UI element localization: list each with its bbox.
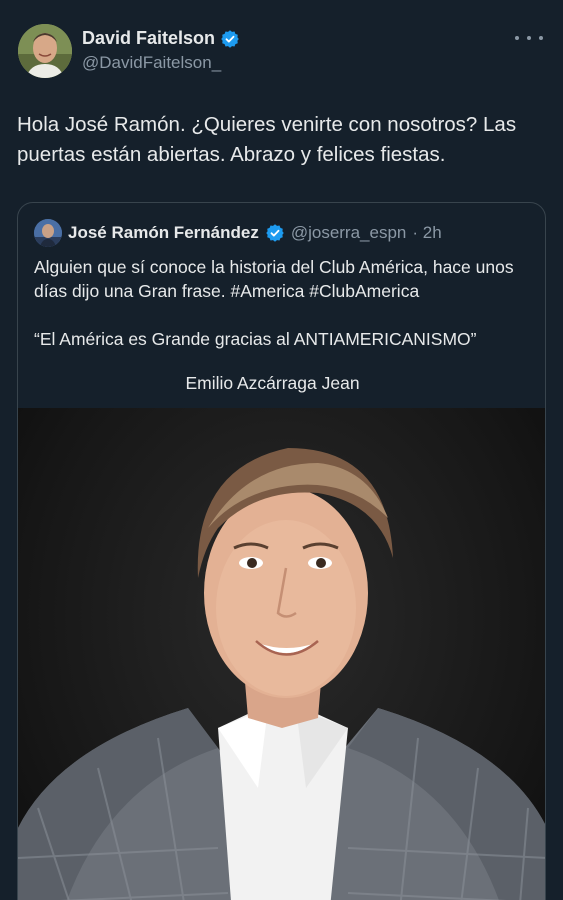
author-block[interactable]: David Faitelson @DavidFaitelson_	[82, 28, 240, 73]
quoted-tweet-body: Alguien que sí conoce la historia del Cl…	[34, 255, 531, 395]
avatar[interactable]	[18, 24, 72, 78]
quoted-avatar[interactable]	[34, 219, 62, 247]
quoted-time: · 2h	[412, 223, 442, 242]
verified-badge-icon	[221, 29, 239, 48]
quoted-image[interactable]	[18, 408, 545, 900]
quoted-author-handle: @joserra_espn	[290, 223, 407, 242]
tweet: David Faitelson @DavidFaitelson_ Hola Jo…	[0, 0, 563, 900]
author-handle: @DavidFaitelson_	[82, 53, 222, 72]
quoted-author-name[interactable]: José Ramón Fernández	[68, 223, 259, 243]
more-options-icon[interactable]	[515, 28, 543, 48]
quoted-tweet[interactable]: José Ramón Fernández @joserra_espn · 2h …	[17, 202, 546, 900]
tweet-text: Hola José Ramón. ¿Quieres venirte con no…	[17, 113, 517, 166]
quoted-quote-line: “El América es Grande gracias al ANTIAME…	[34, 329, 477, 349]
quoted-attribution: Emilio Azcárraga Jean	[185, 373, 360, 393]
author-name[interactable]: David Faitelson	[82, 28, 215, 49]
tweet-header: David Faitelson @DavidFaitelson_	[16, 22, 547, 82]
quoted-tweet-header: José Ramón Fernández @joserra_espn · 2h	[34, 219, 442, 247]
quoted-text: Alguien que sí conoce la historia del Cl…	[34, 257, 514, 301]
verified-badge-icon	[266, 224, 284, 242]
